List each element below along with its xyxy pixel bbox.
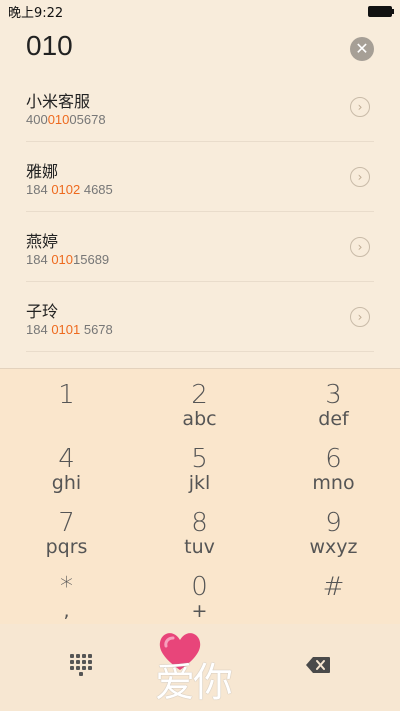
key-4[interactable]: 4 ghi — [0, 433, 133, 497]
call-button[interactable]: 爱你 — [145, 624, 260, 710]
key-7[interactable]: 7 pqrs — [0, 497, 133, 561]
key-letters: abc — [182, 408, 217, 430]
key-letters: + — [191, 600, 208, 622]
key-digit: 7 — [58, 508, 75, 538]
key-hash[interactable]: # — [267, 561, 400, 625]
contact-phone: 184 0102 4685 — [26, 182, 113, 197]
phone-suffix: 5678 — [80, 322, 113, 337]
battery-icon — [368, 5, 394, 17]
key-9[interactable]: 9 wxyz — [267, 497, 400, 561]
key-0[interactable]: 0 + — [133, 561, 266, 625]
chevron-right-icon[interactable]: › — [350, 307, 370, 327]
contact-phone: 184 0101 5678 — [26, 322, 113, 337]
key-digit: 8 — [191, 508, 208, 538]
contact-item[interactable]: 雅娜 184 0102 4685 › — [0, 142, 400, 212]
contact-phone: 184 01015689 — [26, 252, 109, 267]
call-button-label: 爱你 — [155, 660, 233, 706]
key-digit: 4 — [58, 444, 75, 474]
key-1[interactable]: 1 — [0, 369, 133, 433]
phone-suffix: 05678 — [69, 112, 106, 127]
clear-icon[interactable]: ✕ — [350, 37, 374, 61]
key-letters: pqrs — [45, 536, 88, 558]
phone-match: 0102 — [51, 182, 81, 197]
dial-input-row: 010 ✕ — [0, 28, 400, 72]
key-digit: 6 — [325, 444, 342, 474]
key-digit: 0 — [191, 572, 208, 602]
key-letters: def — [318, 408, 349, 430]
key-digit: 2 — [191, 380, 208, 410]
key-3[interactable]: 3 def — [267, 369, 400, 433]
contact-suggestions: 小米客服 40001005678 › 雅娜 184 0102 4685 › 燕婷… — [0, 72, 400, 362]
phone-prefix: 184 — [26, 322, 52, 337]
key-2[interactable]: 2 abc — [133, 369, 266, 433]
dialer-action-bar: 爱你 — [0, 624, 400, 711]
key-digit: * — [60, 572, 73, 602]
contact-item[interactable]: 燕婷 184 01015689 › — [0, 212, 400, 282]
contact-item[interactable]: 子玲 184 0101 5678 › — [0, 282, 400, 352]
phone-suffix: 15689 — [73, 252, 110, 267]
phone-match: 0101 — [51, 322, 81, 337]
backspace-icon[interactable] — [305, 656, 331, 674]
key-digit: 5 — [191, 444, 208, 474]
phone-prefix: 400 — [26, 112, 48, 127]
key-letters: tuv — [184, 536, 215, 558]
key-digit: 3 — [325, 380, 342, 410]
contact-phone: 40001005678 — [26, 112, 106, 127]
contact-item[interactable]: 小米客服 40001005678 › — [0, 72, 400, 142]
key-digit: # — [322, 572, 345, 602]
dialed-number: 010 — [26, 30, 73, 61]
key-letters: wxyz — [309, 536, 358, 558]
contact-name: 小米客服 — [26, 92, 91, 111]
status-bar: 晚上9:22 — [0, 0, 400, 22]
key-digit: 1 — [58, 380, 75, 410]
contact-name: 子玲 — [26, 302, 59, 321]
status-time: 晚上9:22 — [8, 5, 64, 21]
phone-match: 010 — [51, 252, 74, 267]
phone-match: 010 — [47, 112, 70, 127]
key-letters: jkl — [188, 472, 211, 494]
key-5[interactable]: 5 jkl — [133, 433, 266, 497]
phone-prefix: 184 — [26, 182, 52, 197]
chevron-right-icon[interactable]: › — [350, 237, 370, 257]
chevron-right-icon[interactable]: › — [350, 97, 370, 117]
phone-prefix: 184 — [26, 252, 52, 267]
contact-name: 雅娜 — [26, 162, 59, 181]
key-digit: 9 — [325, 508, 342, 538]
key-star[interactable]: * , — [0, 561, 133, 625]
key-letters: mno — [312, 472, 355, 494]
chevron-right-icon[interactable]: › — [350, 167, 370, 187]
key-8[interactable]: 8 tuv — [133, 497, 266, 561]
phone-suffix: 4685 — [80, 182, 113, 197]
contact-name: 燕婷 — [26, 232, 59, 251]
dial-keypad: 1 2 abc 3 def 4 ghi 5 jkl 6 mno 7 pqrs 8… — [0, 368, 400, 625]
key-letters: , — [63, 600, 70, 622]
divider — [26, 351, 374, 352]
key-letters: ghi — [51, 472, 82, 494]
dialpad-toggle-icon[interactable] — [70, 654, 92, 676]
key-6[interactable]: 6 mno — [267, 433, 400, 497]
